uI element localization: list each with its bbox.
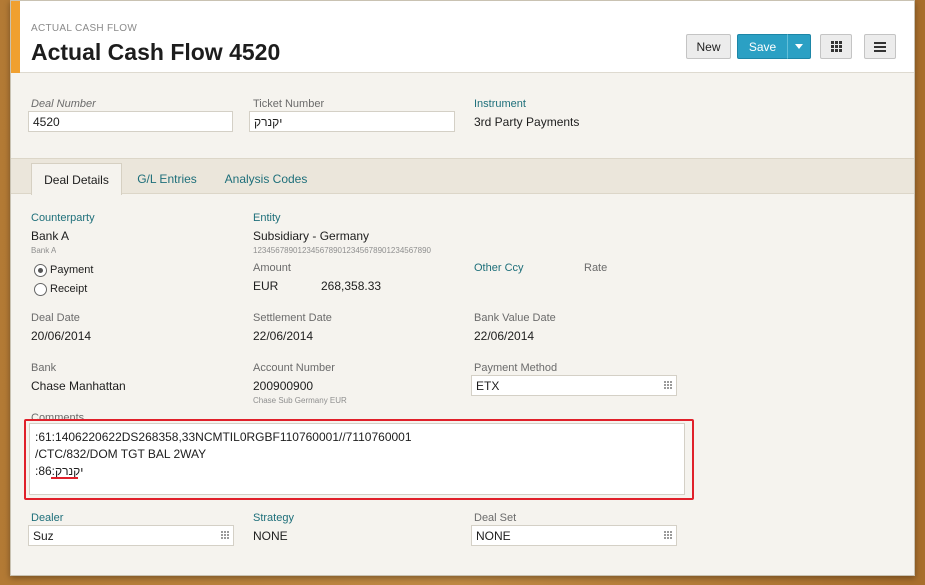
hamburger-icon xyxy=(874,41,886,52)
payment-method-label: Payment Method xyxy=(474,362,558,374)
bank-value: Chase Manhattan xyxy=(31,379,126,393)
deal-date-label: Deal Date xyxy=(31,312,80,324)
deal-set-value: NONE xyxy=(476,529,511,543)
payment-method-value: ETX xyxy=(476,379,500,393)
dealer-label[interactable]: Dealer xyxy=(31,512,63,524)
counterparty-value: Bank A xyxy=(31,229,70,243)
entity-label[interactable]: Entity xyxy=(253,212,281,224)
comments-highlight-box xyxy=(24,419,694,500)
bank-label: Bank xyxy=(31,362,57,374)
breadcrumb: ACTUAL CASH FLOW xyxy=(31,23,138,34)
strategy-label[interactable]: Strategy xyxy=(253,512,294,524)
deal-number-value: 4520 xyxy=(33,115,60,129)
tab-analysis-codes[interactable]: Analysis Codes xyxy=(216,163,316,195)
bank-value-date-label: Bank Value Date xyxy=(474,312,556,324)
page-title: Actual Cash Flow 4520 xyxy=(31,39,281,65)
tab-gl-entries[interactable]: G/L Entries xyxy=(128,163,206,195)
tab-bar: Deal Details G/L Entries Analysis Codes xyxy=(11,158,914,195)
settlement-date-label: Settlement Date xyxy=(253,312,332,324)
ticket-number-field[interactable]: יקנרק xyxy=(249,111,455,132)
deal-set-field[interactable]: NONE xyxy=(471,525,677,546)
entity-sub: 1234567890123456789012345678901234567890 xyxy=(253,246,431,255)
ticket-number-label: Ticket Number xyxy=(253,98,325,110)
account-number-label: Account Number xyxy=(253,362,335,374)
payment-radio[interactable] xyxy=(34,264,47,277)
amount-value: 268,358.33 xyxy=(321,279,382,293)
instrument-label: Instrument xyxy=(474,98,526,110)
save-options-button[interactable] xyxy=(787,34,811,59)
dealer-value: Suz xyxy=(33,529,54,543)
other-ccy-label[interactable]: Other Ccy xyxy=(474,262,524,274)
header-accent-bar xyxy=(11,1,20,73)
receipt-radio-label: Receipt xyxy=(50,283,88,295)
dealer-field[interactable]: Suz xyxy=(28,525,234,546)
new-button[interactable]: New xyxy=(686,34,731,59)
picker-icon[interactable] xyxy=(221,531,229,539)
deal-number-field[interactable]: 4520 xyxy=(28,111,233,132)
account-number-value: 200900900 xyxy=(253,379,314,393)
save-button[interactable]: Save xyxy=(737,34,787,59)
picker-icon[interactable] xyxy=(664,531,672,539)
amount-label: Amount xyxy=(253,262,291,274)
grid-view-button[interactable] xyxy=(820,34,852,59)
entity-value: Subsidiary - Germany xyxy=(253,229,370,243)
counterparty-label[interactable]: Counterparty xyxy=(31,212,95,224)
hebrew-text-underline xyxy=(51,477,78,479)
picker-icon[interactable] xyxy=(664,381,672,389)
payment-method-field[interactable]: ETX xyxy=(471,375,677,396)
page-header: ACTUAL CASH FLOW Actual Cash Flow 4520 N… xyxy=(11,1,914,73)
deal-date-value: 20/06/2014 xyxy=(31,329,92,343)
grid-icon xyxy=(830,41,842,52)
rate-label: Rate xyxy=(584,262,608,274)
payment-radio-label: Payment xyxy=(50,264,94,276)
deal-number-label: Deal Number xyxy=(31,98,96,110)
ticket-number-value: יקנרק xyxy=(254,115,283,129)
account-number-sub: Chase Sub Germany EUR xyxy=(253,396,347,405)
tab-deal-details[interactable]: Deal Details xyxy=(31,163,122,195)
chevron-down-icon xyxy=(795,44,803,49)
cash-flow-panel: ACTUAL CASH FLOW Actual Cash Flow 4520 N… xyxy=(10,0,915,576)
settlement-date-value: 22/06/2014 xyxy=(253,329,314,343)
amount-currency: EUR xyxy=(253,279,279,293)
strategy-value: NONE xyxy=(253,529,288,543)
instrument-value: 3rd Party Payments xyxy=(474,115,580,129)
menu-button[interactable] xyxy=(864,34,896,59)
counterparty-sub: Bank A xyxy=(31,246,57,255)
deal-set-label: Deal Set xyxy=(474,512,517,524)
receipt-radio[interactable] xyxy=(34,283,47,296)
bank-value-date-value: 22/06/2014 xyxy=(474,329,535,343)
